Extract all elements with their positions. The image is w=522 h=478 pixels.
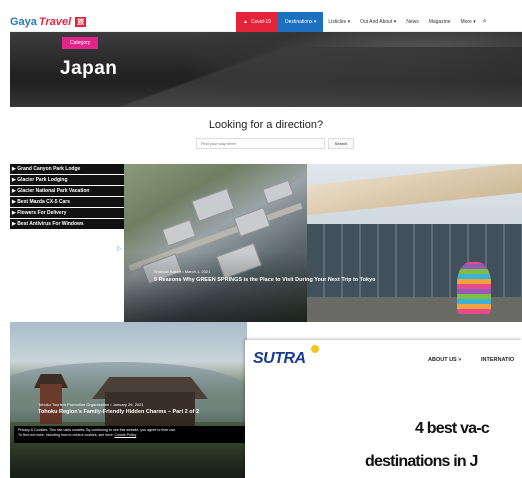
post-image-aerial[interactable] <box>124 164 307 322</box>
search-heading: Looking for a direction? <box>208 119 324 131</box>
search-button[interactable]: Search <box>328 138 354 149</box>
ad-link-item[interactable]: ▶ Glacier Park Lodging <box>10 175 128 185</box>
post-image-temple[interactable] <box>10 322 247 478</box>
hero-haze <box>10 82 522 107</box>
logo-gaya: Gaya <box>10 15 37 28</box>
image-building <box>262 179 294 205</box>
sutra-logo-dot <box>311 345 319 353</box>
ad-choices-icon[interactable]: ▷ <box>117 245 123 252</box>
ad-link-list: ▶ Grand Canyon Park Lodge ▶ Glacier Park… <box>10 164 128 230</box>
post-title-link[interactable]: 5 Reasons Why GREEN SPRINGS is the Place… <box>154 277 375 283</box>
ad-link-item[interactable]: ▶ Best Antivirus For Windows <box>10 219 128 229</box>
sutra-ad-overlay[interactable]: SUTRA ABOUT US ˅ INTERNATIO 4 best va-c … <box>245 340 522 478</box>
nav-covid-label: Covid-19 <box>250 18 271 25</box>
cookie-text-line2: To find out more, including how to contr… <box>18 433 114 437</box>
image-shade <box>10 408 247 478</box>
site-logo[interactable]: Gaya Travel 旅 <box>10 16 236 28</box>
post-meta: Tohoku Tourism Promotion Organization • … <box>38 402 144 407</box>
post-image-architecture[interactable] <box>307 164 522 322</box>
sutra-logo[interactable]: SUTRA <box>253 350 306 368</box>
cookie-banner: Privacy & Cookies: This site uses cookie… <box>14 426 245 443</box>
post-meta: Shahida Sakeri • March 1, 2021 <box>154 269 211 274</box>
image-sculpture <box>457 262 491 314</box>
page-title: Japan <box>60 58 118 79</box>
image-building <box>233 207 271 237</box>
sutra-nav-about[interactable]: ABOUT US ˅ <box>428 357 461 363</box>
image-building <box>191 188 235 222</box>
image-shade <box>124 252 307 322</box>
nav-listicles[interactable]: Listicles ▾ <box>323 12 355 32</box>
hero-banner: Category Japan <box>10 32 522 107</box>
logo-badge: 旅 <box>75 16 87 27</box>
search-section: Looking for a direction? Search <box>10 107 522 164</box>
category-badge[interactable]: Category <box>62 37 99 49</box>
post-title-link[interactable]: Tohoku Region's Family-Friendly Hidden C… <box>38 408 244 417</box>
top-nav: Gaya Travel 旅 ▲ Covid-19 Destinations ▾ Li… <box>10 11 522 32</box>
nav-out-and-about[interactable]: Out And About ▾ <box>355 12 401 32</box>
ad-link-item[interactable]: ▶ Best Mazda CX-5 Cars <box>10 197 128 207</box>
nav-covid[interactable]: ▲ Covid-19 <box>236 11 278 32</box>
nav-magazine[interactable]: Magazine <box>424 12 456 32</box>
image-roof <box>307 164 522 216</box>
sutra-headline[interactable]: 4 best va-c <box>415 420 490 438</box>
search-input[interactable] <box>196 138 325 149</box>
nav-news[interactable]: News <box>401 12 424 32</box>
warning-icon: ▲ <box>243 18 248 25</box>
ad-link-item[interactable]: ▶ Grand Canyon Park Lodge <box>10 164 128 174</box>
cookie-policy-link[interactable]: Cookie Policy <box>115 433 137 437</box>
nav-more[interactable]: More ▾ <box>455 12 480 32</box>
ad-link-item[interactable]: ▶ Flowers For Delivery <box>10 208 128 218</box>
sutra-headline[interactable]: destinations in J <box>365 453 478 471</box>
logo-travel: Travel <box>38 15 72 28</box>
search-icon[interactable]: ⌕ <box>481 18 487 26</box>
sutra-nav-international[interactable]: INTERNATIO <box>481 357 514 363</box>
nav-destinations[interactable]: Destinations ▾ <box>277 11 324 32</box>
ad-link-item[interactable]: ▶ Glacier National Park Vacation <box>10 186 128 196</box>
